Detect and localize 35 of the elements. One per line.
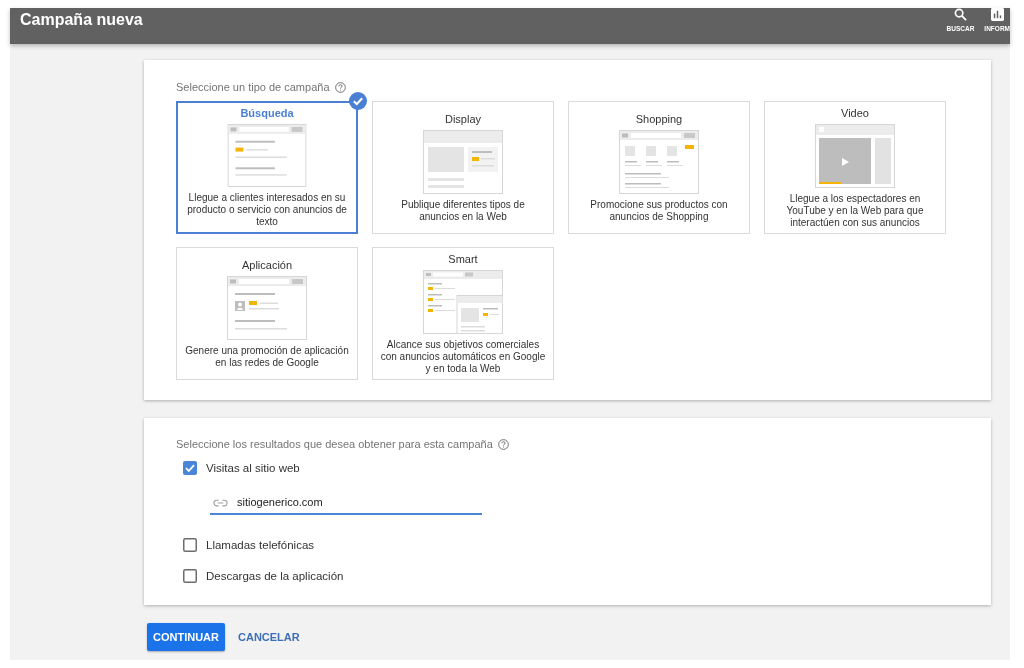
help-icon[interactable] [497, 438, 509, 450]
campaign-type-tile[interactable]: Búsqueda Llegue a clientes interesados en su producto o servicio con anuncios de texto [176, 101, 358, 234]
campaign-type-tile[interactable]: Display Publique diferentes tipos de anuncios en la Web [372, 101, 554, 234]
campaign-type-tile[interactable]: Shopping Promocione sus productos con anuncios de Shopping [568, 101, 750, 234]
checkbox-label: Descargas de la aplicación [206, 570, 344, 582]
tile-description: Publique diferentes tipos de anuncios en la Web [400, 198, 526, 223]
section-heading: Seleccione los resultados que desea obtener para esta campaña [176, 438, 493, 450]
checkbox[interactable] [183, 461, 197, 475]
checkbox[interactable] [183, 538, 197, 552]
campaign-type-tile[interactable]: Smart Alcance sus objetivos comerciales con anuncios automáticos en Google y en toda la Web [372, 247, 554, 380]
checkmark-icon [349, 92, 367, 110]
tile-title: Display [444, 112, 482, 125]
checkbox-label: Llamadas telefónicas [206, 539, 315, 551]
tile-title: Búsqueda [240, 107, 294, 119]
tile-title: Smart [448, 252, 478, 265]
url-field[interactable]: sitiogenerico.com [210, 491, 482, 515]
page-title: Campaña nueva [20, 11, 143, 29]
cancel-button[interactable]: CANCELAR [238, 623, 300, 651]
tile-description: Alcance sus objetivos comerciales con anuncios automáticos en Google y en toda la Web [380, 338, 546, 375]
checkbox-label: Visitas al sitio web [206, 462, 300, 474]
tile-description: Genere una promoción de aplicación en las redes de Google [184, 344, 350, 369]
continue-button[interactable]: CONTINUAR [147, 623, 225, 651]
help-icon[interactable] [334, 81, 346, 93]
link-icon [213, 499, 228, 507]
search-icon [953, 8, 967, 21]
checkbox[interactable] [183, 569, 197, 583]
tile-description: Promocione sus productos con anuncios de Shopping [589, 198, 729, 223]
tile-description: Llegue a clientes interesados en su producto o servicio con anuncios de texto [186, 192, 348, 228]
section-heading: Seleccione un tipo de campaña [176, 81, 330, 93]
tile-title: Video [841, 106, 869, 119]
campaign-type-tile[interactable]: Video Llegue a los espectadores en YouTube y en la Web para que interactúen con sus anuncios [764, 101, 946, 234]
tile-title: Shopping [635, 112, 683, 125]
tile-description: Llegue a los espectadores en YouTube y en la Web para que interactúen con sus anuncios [785, 192, 925, 229]
campaign-type-tile[interactable]: Aplicación Genere una promoción de aplicación en las redes de Google [176, 247, 358, 380]
tile-title: Aplicación [241, 258, 293, 271]
